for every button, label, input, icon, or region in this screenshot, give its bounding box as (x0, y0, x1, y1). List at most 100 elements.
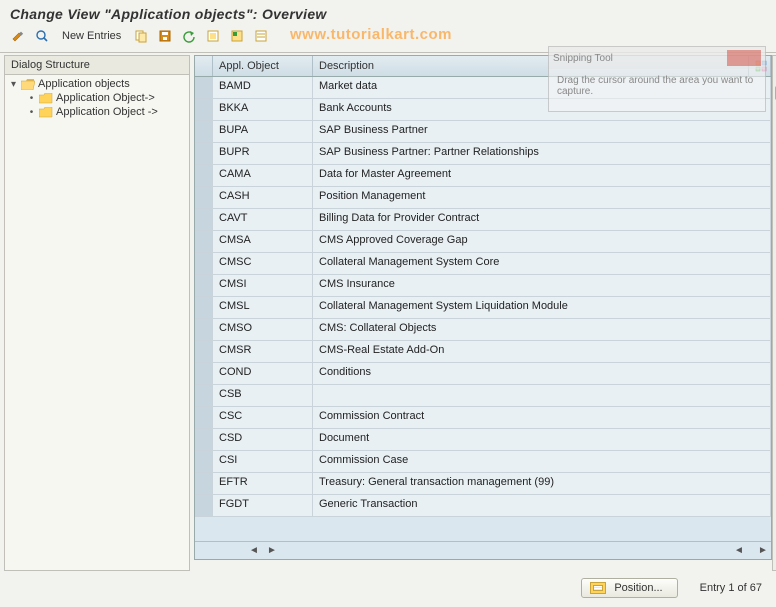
cell-appl-object[interactable]: COND (213, 363, 313, 384)
table-body: BAMDMarket dataBKKABank AccountsBUPASAP … (195, 77, 771, 517)
row-selector[interactable] (195, 341, 213, 362)
row-selector[interactable] (195, 275, 213, 296)
cell-description[interactable]: Document (313, 429, 771, 450)
cell-appl-object[interactable]: CSI (213, 451, 313, 472)
scroll-left-icon[interactable]: ◄ (246, 543, 262, 559)
cell-appl-object[interactable]: CMSL (213, 297, 313, 318)
cell-description[interactable]: Collateral Management System Liquidation… (313, 297, 771, 318)
cell-description[interactable]: Bank Accounts (313, 99, 771, 120)
cell-description[interactable]: CMS Insurance (313, 275, 771, 296)
column-description[interactable]: Description (313, 56, 749, 76)
cell-description[interactable]: Position Management (313, 187, 771, 208)
position-button[interactable]: Position... (581, 578, 677, 598)
cell-appl-object[interactable]: CSC (213, 407, 313, 428)
cell-description[interactable]: Treasury: General transaction management… (313, 473, 771, 494)
row-selector[interactable] (195, 165, 213, 186)
save-icon[interactable] (155, 26, 175, 46)
cell-appl-object[interactable]: CSB (213, 385, 313, 406)
row-selector[interactable] (195, 407, 213, 428)
cell-description[interactable]: CMS-Real Estate Add-On (313, 341, 771, 362)
cell-appl-object[interactable]: CASH (213, 187, 313, 208)
table-row: CSDDocument (195, 429, 771, 451)
cell-appl-object[interactable]: CMSC (213, 253, 313, 274)
table-row: CSB (195, 385, 771, 407)
cell-description[interactable]: CMS: Collateral Objects (313, 319, 771, 340)
row-selector[interactable] (195, 77, 213, 98)
tree-child-label: Application Object-> (56, 92, 155, 104)
scroll-right-end-icon[interactable]: ► (755, 543, 771, 559)
toggle-display-change-icon[interactable] (8, 26, 28, 46)
row-selector[interactable] (195, 429, 213, 450)
watermark-text: www.tutorialkart.com (290, 26, 452, 43)
row-selector[interactable] (195, 99, 213, 120)
position-icon (590, 582, 606, 594)
cell-description[interactable]: Collateral Management System Core (313, 253, 771, 274)
cell-appl-object[interactable]: CMSA (213, 231, 313, 252)
cell-description[interactable] (313, 385, 771, 406)
scroll-left-end-icon[interactable]: ◄ (731, 543, 747, 559)
cell-description[interactable]: SAP Business Partner (313, 121, 771, 142)
row-selector[interactable] (195, 385, 213, 406)
tree-child-application-object-2[interactable]: • Application Object -> (5, 105, 189, 119)
table-row: CAVTBilling Data for Provider Contract (195, 209, 771, 231)
row-selector[interactable] (195, 209, 213, 230)
cell-description[interactable]: Data for Master Agreement (313, 165, 771, 186)
cell-appl-object[interactable]: EFTR (213, 473, 313, 494)
row-selector[interactable] (195, 473, 213, 494)
table-config-icon[interactable] (749, 56, 771, 76)
cell-description[interactable]: Commission Case (313, 451, 771, 472)
column-appl-object[interactable]: Appl. Object (213, 56, 313, 76)
find-icon[interactable] (32, 26, 52, 46)
cell-description[interactable]: Market data (313, 77, 771, 98)
cell-appl-object[interactable]: CSD (213, 429, 313, 450)
cell-appl-object[interactable]: CAVT (213, 209, 313, 230)
cell-appl-object[interactable]: BAMD (213, 77, 313, 98)
row-selector[interactable] (195, 297, 213, 318)
copy-icon[interactable] (131, 26, 151, 46)
cell-description[interactable]: Conditions (313, 363, 771, 384)
open-folder-icon (21, 79, 35, 90)
select-block-icon[interactable] (227, 26, 247, 46)
cell-description[interactable]: Generic Transaction (313, 495, 771, 516)
cell-description[interactable]: Commission Contract (313, 407, 771, 428)
row-selector[interactable] (195, 253, 213, 274)
row-selector[interactable] (195, 121, 213, 142)
cell-appl-object[interactable]: CMSR (213, 341, 313, 362)
row-selector[interactable] (195, 143, 213, 164)
cell-appl-object[interactable]: BKKA (213, 99, 313, 120)
table-row: CMSACMS Approved Coverage Gap (195, 231, 771, 253)
deselect-all-icon[interactable] (251, 26, 271, 46)
page-title: Change View "Application objects": Overv… (0, 0, 776, 24)
cell-appl-object[interactable]: BUPR (213, 143, 313, 164)
tree-child-application-object-1[interactable]: • Application Object-> (5, 91, 189, 105)
new-entries-button[interactable]: New Entries (56, 28, 127, 44)
table-row: FGDTGeneric Transaction (195, 495, 771, 517)
cell-description[interactable]: SAP Business Partner: Partner Relationsh… (313, 143, 771, 164)
row-selector[interactable] (195, 495, 213, 516)
scroll-right-icon[interactable]: ► (264, 543, 280, 559)
row-selector[interactable] (195, 451, 213, 472)
row-selector[interactable] (195, 319, 213, 340)
cell-appl-object[interactable]: CMSI (213, 275, 313, 296)
cell-description[interactable]: Billing Data for Provider Contract (313, 209, 771, 230)
table-row: EFTRTreasury: General transaction manage… (195, 473, 771, 495)
row-selector[interactable] (195, 187, 213, 208)
table-row: BUPASAP Business Partner (195, 121, 771, 143)
bullet-icon: • (27, 93, 36, 104)
row-selector[interactable] (195, 363, 213, 384)
cell-description[interactable]: CMS Approved Coverage Gap (313, 231, 771, 252)
footer: Position... Entry 1 of 67 (0, 575, 776, 601)
tree-root-application-objects[interactable]: ▾ Application objects (5, 77, 189, 91)
cell-appl-object[interactable]: FGDT (213, 495, 313, 516)
row-selector[interactable] (195, 231, 213, 252)
vertical-scrollbar[interactable]: ▴ ▾ (772, 55, 776, 571)
table-row: BKKABank Accounts (195, 99, 771, 121)
expand-toggle-icon[interactable]: ▾ (9, 79, 18, 90)
cell-appl-object[interactable]: CAMA (213, 165, 313, 186)
cell-appl-object[interactable]: CMSO (213, 319, 313, 340)
select-all-icon[interactable] (203, 26, 223, 46)
select-all-column[interactable] (195, 56, 213, 76)
horizontal-scrollbar[interactable]: ◄ ► ◄ ► (195, 541, 771, 559)
cell-appl-object[interactable]: BUPA (213, 121, 313, 142)
undo-icon[interactable] (179, 26, 199, 46)
